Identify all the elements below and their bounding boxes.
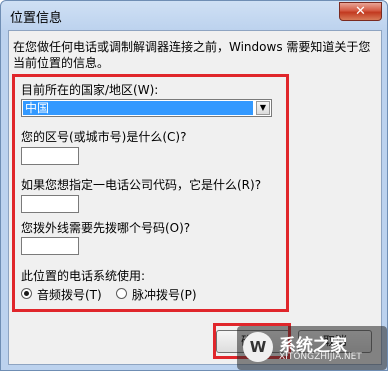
close-button[interactable]: ✕ (339, 2, 382, 21)
country-select[interactable]: 中国 ▼ (21, 99, 272, 117)
dialog-body: 在您做任何电话或调制解调器连接之前，Windows 需要知道关于您当前位置的信息… (8, 30, 382, 365)
chevron-down-icon[interactable]: ▼ (256, 101, 270, 115)
dial-system-label: 此位置的电话系统使用: (21, 269, 146, 283)
country-label: 目前所在的国家/地区(W): (21, 83, 159, 97)
area-code-label: 您的区号(或城市号)是什么(C)? (21, 130, 187, 144)
outside-line-label: 您拨外线需要先拨哪个号码(O)? (21, 221, 191, 235)
watermark-logo: W 系统之家 XITONGZHIJIA.NET (237, 326, 387, 370)
pulse-dial-radio[interactable] (116, 288, 127, 299)
pulse-dial-label[interactable]: 脉冲拨号(P) (132, 286, 197, 303)
intro-text: 在您做任何电话或调制解调器连接之前，Windows 需要知道关于您当前位置的信息… (13, 40, 371, 70)
location-info-dialog: 位置信息 ✕ 在您做任何电话或调制解调器连接之前，Windows 需要知道关于您… (0, 0, 388, 371)
watermark-icon: W (243, 332, 273, 362)
watermark-url: XITONGZHIJIA.NET (279, 352, 362, 362)
dialog-title: 位置信息 (10, 11, 63, 26)
country-selected-value: 中国 (23, 101, 253, 115)
tone-dial-label[interactable]: 音频拨号(T) (37, 286, 102, 303)
tone-dial-radio[interactable] (21, 288, 32, 299)
carrier-code-input[interactable] (21, 195, 79, 213)
title-bar[interactable]: 位置信息 ✕ (1, 1, 387, 31)
outside-line-input[interactable] (21, 237, 79, 255)
area-code-input[interactable] (21, 147, 79, 165)
carrier-code-label: 如果您想指定一电话公司代码，它是什么(R)? (21, 178, 262, 192)
